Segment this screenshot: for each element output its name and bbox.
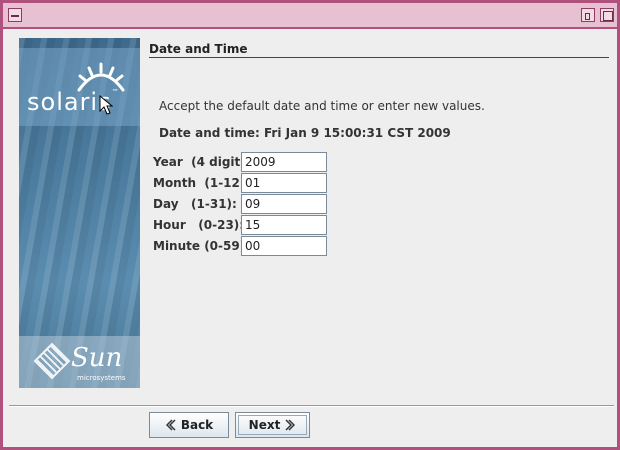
current-datetime: Date and time: Fri Jan 9 15:00:31 CST 20… xyxy=(159,126,451,140)
year-input[interactable] xyxy=(241,152,327,172)
hour-input[interactable] xyxy=(241,215,327,235)
window-menu-button[interactable] xyxy=(8,8,22,22)
maximize-button[interactable] xyxy=(600,8,614,22)
minute-label: Minute (0-59): xyxy=(153,239,250,253)
datetime-value: Fri Jan 9 15:00:31 CST 2009 xyxy=(264,126,451,140)
chevron-right-icon xyxy=(284,418,296,432)
minute-input[interactable] xyxy=(241,236,327,256)
hour-label: Hour (0-23): xyxy=(153,218,245,232)
installer-window: solaris™ Sun microsystems Date and Time … xyxy=(0,0,620,450)
next-button[interactable]: Next xyxy=(235,412,310,438)
instructions-text: Accept the default date and time or ente… xyxy=(159,99,485,113)
back-button-label: Back xyxy=(180,418,214,432)
next-button-label: Next xyxy=(248,418,281,432)
microsystems-label: microsystems xyxy=(77,374,126,382)
installer-content: solaris™ Sun microsystems Date and Time … xyxy=(6,31,617,447)
sun-wordmark: Sun xyxy=(71,343,123,373)
mouse-pointer-icon xyxy=(99,95,113,115)
month-label: Month (1-12): xyxy=(153,176,251,190)
panel-title: Date and Time xyxy=(149,42,248,56)
title-bar[interactable] xyxy=(3,3,617,29)
title-divider xyxy=(149,57,609,58)
back-button[interactable]: Back xyxy=(149,412,229,438)
minimize-button[interactable] xyxy=(581,8,595,22)
datetime-label: Date and time: xyxy=(159,126,260,140)
footer-divider-highlight xyxy=(9,406,614,407)
day-input[interactable] xyxy=(241,194,327,214)
solaris-banner: solaris™ Sun microsystems xyxy=(19,38,140,388)
chevron-left-icon xyxy=(165,418,177,432)
month-input[interactable] xyxy=(241,173,327,193)
day-label: Day (1-31): xyxy=(153,197,237,211)
